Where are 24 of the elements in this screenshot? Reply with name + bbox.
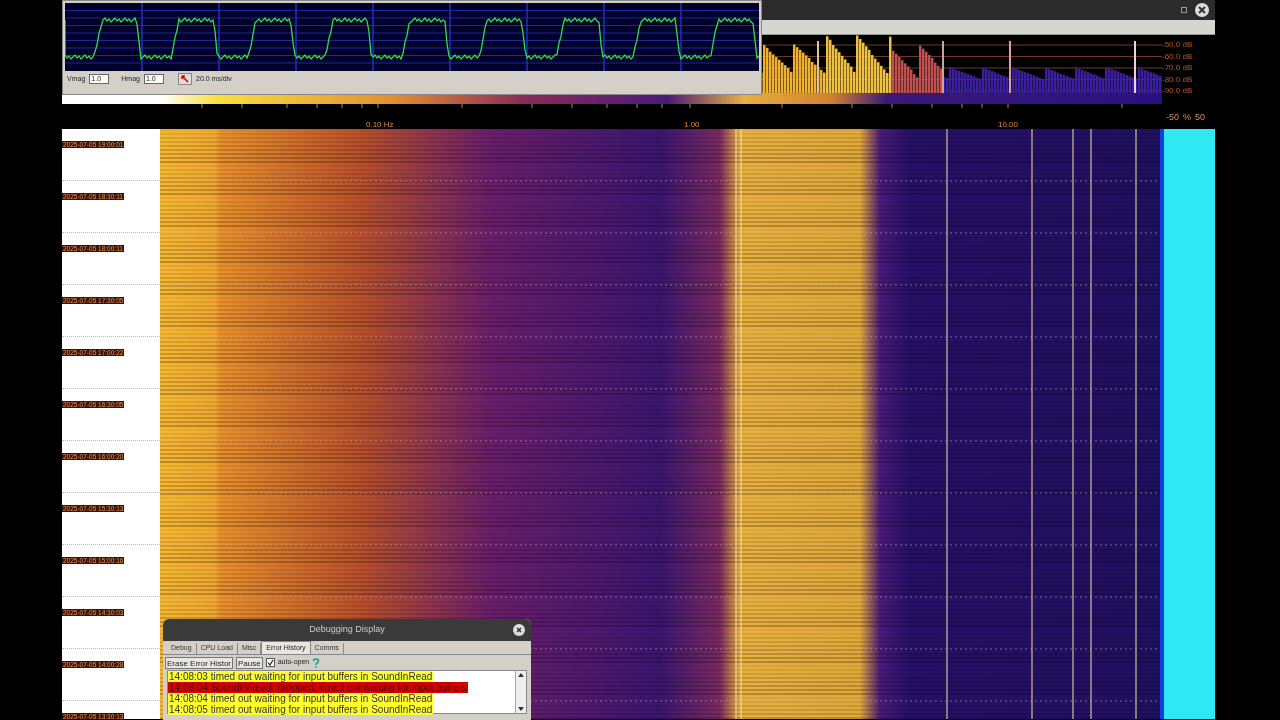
checkbox[interactable] — [265, 658, 275, 667]
db-label: -50.0 dB — [1162, 39, 1193, 51]
action-button[interactable]: Erase Error Histor — [165, 656, 233, 669]
close-button[interactable] — [1195, 3, 1209, 17]
arrow-icon — [181, 75, 189, 83]
close-icon — [1198, 6, 1206, 14]
db-label: -60.0 dB — [1162, 50, 1193, 62]
action-button[interactable]: Pause — [236, 656, 263, 669]
db-label: -80.0 dB — [1162, 73, 1193, 85]
scale-label: 50 — [1195, 111, 1206, 124]
close-icon — [516, 627, 522, 633]
window-title: Debugging Display — [309, 623, 385, 637]
check-icon — [266, 659, 274, 666]
frequency-label: 0.10 Hz — [366, 119, 394, 131]
frequency-label: 1.00 — [684, 119, 700, 131]
scale-label: % — [1183, 111, 1192, 124]
db-label: -90.0 dB — [1162, 85, 1193, 97]
db-label: -70.0 dB — [1162, 62, 1193, 74]
close-button[interactable] — [513, 624, 525, 636]
maximize-button[interactable] — [1181, 7, 1187, 13]
scrollbar[interactable] — [515, 671, 526, 713]
cursor-button[interactable] — [178, 73, 192, 85]
scale-label: -50 — [1166, 111, 1179, 124]
frequency-label: 10.00 — [998, 119, 1019, 131]
